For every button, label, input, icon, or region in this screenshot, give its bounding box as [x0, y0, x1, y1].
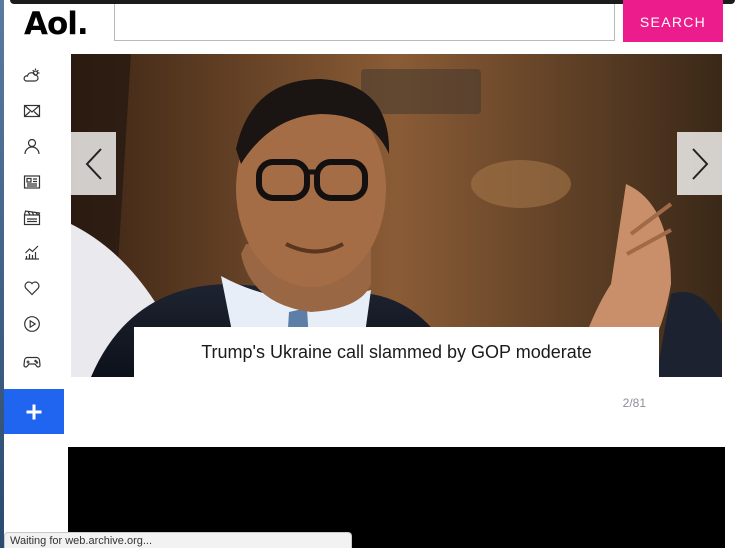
weather-icon: [23, 68, 40, 82]
finance-icon: [25, 245, 39, 260]
sidebar-item-lifestyle[interactable]: [4, 270, 64, 306]
games-icon: [23, 356, 41, 368]
aol-logo[interactable]: Aol.: [24, 6, 89, 42]
sidebar-item-account[interactable]: [4, 128, 64, 164]
sidebar-item-weather[interactable]: [4, 58, 64, 94]
lifestyle-heart-icon: [24, 281, 40, 296]
user-icon: [24, 138, 40, 155]
sidebar-item-mail[interactable]: [4, 93, 64, 129]
search-input[interactable]: [114, 4, 615, 41]
slide-counter: 2/81: [622, 396, 646, 410]
next-slide-button[interactable]: [677, 132, 722, 195]
search-button[interactable]: SEARCH: [623, 0, 723, 42]
chevron-right-icon: [691, 147, 708, 180]
sidebar-item-news[interactable]: [4, 164, 64, 200]
sidebar-item-games[interactable]: [4, 343, 64, 379]
sidebar-item-entertainment[interactable]: [4, 199, 64, 235]
news-icon: [23, 175, 41, 189]
plus-icon: [26, 404, 42, 419]
prev-slide-button[interactable]: [71, 132, 116, 195]
mail-icon: [23, 104, 41, 118]
sidebar-item-video[interactable]: [4, 306, 64, 342]
slide-caption[interactable]: Trump's Ukraine call slammed by GOP mode…: [134, 327, 659, 377]
entertainment-icon: [23, 210, 41, 226]
browser-status-bar: Waiting for web.archive.org...: [4, 532, 352, 548]
add-button[interactable]: [4, 389, 64, 434]
sidebar-item-finance[interactable]: [4, 234, 64, 270]
chevron-left-icon: [85, 147, 102, 180]
video-play-icon: [24, 316, 40, 332]
